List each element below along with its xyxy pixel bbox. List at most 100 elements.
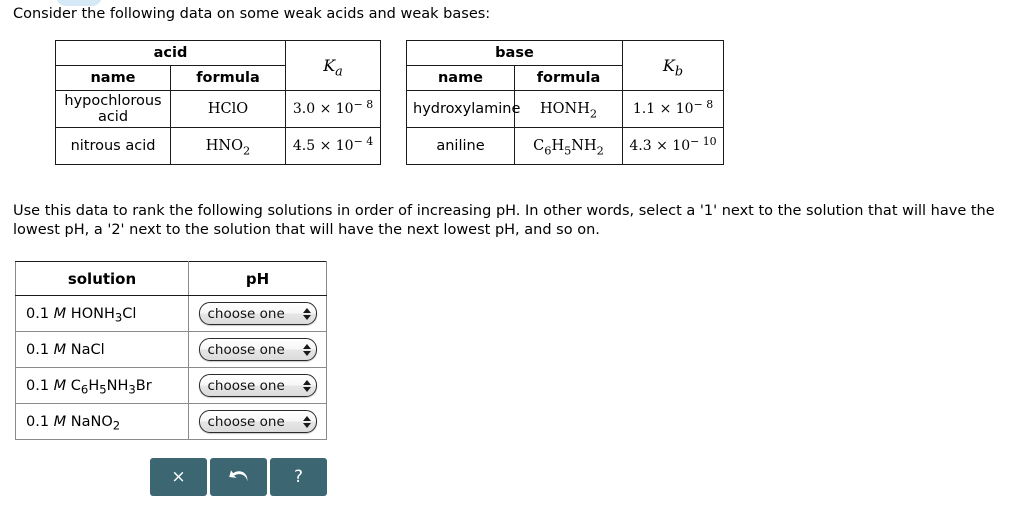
base-formula: C6H5NH2 xyxy=(514,127,623,165)
ph-select-cell: choose one xyxy=(188,367,327,404)
base-col-formula: formula xyxy=(514,65,623,91)
multiply-symbol: × xyxy=(659,101,672,117)
select-value: choose one xyxy=(207,377,285,394)
formula-text: HONH xyxy=(70,305,115,322)
chevron-up-down-icon xyxy=(302,415,311,428)
acid-ka-value: 4.5 × 10− 4 xyxy=(285,127,381,165)
action-toolbar: × ? xyxy=(150,458,327,496)
acid-name: hypochlorous acid xyxy=(55,90,171,128)
base-data-table: base Kb name formula hydroxylamine HONH2… xyxy=(406,40,724,165)
kb-symbol: K xyxy=(662,56,675,75)
solution-label: 0.1 M NaCl xyxy=(15,331,189,368)
select-value: choose one xyxy=(207,413,285,430)
table-row: hydroxylamine HONH2 1.1 × 10− 8 xyxy=(406,90,724,128)
molarity-symbol: M xyxy=(53,413,67,430)
formula-text-2: H xyxy=(88,377,100,394)
ka-exponent: − 8 xyxy=(353,97,374,111)
formula-text: NaCl xyxy=(70,341,105,358)
molarity-symbol: M xyxy=(53,377,67,394)
table-row: 0.1 M C6H5NH3Br choose one xyxy=(15,367,327,404)
base-formula: HONH2 xyxy=(514,90,623,128)
table-row: nitrous acid HNO2 4.5 × 10− 4 xyxy=(55,127,381,165)
ka-base: 10 xyxy=(335,138,354,154)
ph-rank-select-2[interactable]: choose one xyxy=(198,338,317,361)
formula-text-3: NH xyxy=(106,377,129,394)
ph-rank-select-3[interactable]: choose one xyxy=(198,374,317,397)
chevron-up-down-icon xyxy=(302,379,311,392)
table-row: 0.1 M NaNO2 choose one xyxy=(15,403,327,440)
formula-subscript: 2 xyxy=(589,107,598,121)
molarity-symbol: M xyxy=(53,305,67,322)
ka-mantissa: 4.5 xyxy=(292,138,316,154)
ka-mantissa: 3.0 xyxy=(292,101,316,117)
formula-subscript-3: 3 xyxy=(128,381,136,396)
base-group-header: base xyxy=(406,40,623,66)
base-kb-value: 1.1 × 10− 8 xyxy=(622,90,724,128)
select-value: choose one xyxy=(207,305,285,322)
formula-tail: Br xyxy=(135,377,152,394)
acid-ka-value: 3.0 × 10− 8 xyxy=(285,90,381,128)
formula-subscript: 2 xyxy=(112,417,121,432)
kb-mantissa: 4.3 xyxy=(629,138,652,154)
ka-subscript: a xyxy=(335,64,343,80)
formula-text: C xyxy=(533,138,545,154)
formula-subscript: 2 xyxy=(243,144,251,158)
base-col-name: name xyxy=(406,65,515,91)
base-kb-header: Kb xyxy=(622,40,724,91)
acid-formula: HNO2 xyxy=(170,127,286,165)
concentration-value: 0.1 xyxy=(26,305,50,322)
acid-ka-header: Ka xyxy=(285,40,381,91)
kb-exponent: − 8 xyxy=(693,97,714,111)
formula-text-3: NH xyxy=(571,138,597,154)
ph-select-cell: choose one xyxy=(188,403,327,440)
ph-select-cell: choose one xyxy=(188,331,327,368)
undo-button[interactable] xyxy=(210,458,267,496)
multiply-symbol: × xyxy=(319,101,332,117)
kb-base: 10 xyxy=(675,101,694,117)
acid-name: nitrous acid xyxy=(55,127,171,165)
formula-subscript-3: 2 xyxy=(596,144,604,158)
solution-col-header: solution xyxy=(15,261,189,296)
kb-mantissa: 1.1 xyxy=(632,101,656,117)
kb-exponent: − 10 xyxy=(690,134,717,148)
formula-text: NaNO xyxy=(70,413,113,430)
kb-subscript: b xyxy=(674,64,684,80)
acid-col-formula: formula xyxy=(170,65,286,91)
solution-label: 0.1 M C6H5NH3Br xyxy=(15,367,189,404)
table-row: aniline C6H5NH2 4.3 × 10− 10 xyxy=(406,127,724,165)
ka-base: 10 xyxy=(335,101,354,117)
acid-data-table: acid Ka name formula hypochlorous acid H… xyxy=(55,40,381,165)
ka-exponent: − 4 xyxy=(353,134,374,148)
select-value: choose one xyxy=(207,341,285,358)
formula-text: HNO xyxy=(205,138,244,154)
formula-tail: Cl xyxy=(122,305,137,322)
solution-label: 0.1 M NaNO2 xyxy=(15,403,189,440)
formula-text: HONH xyxy=(539,101,590,117)
molarity-symbol: M xyxy=(53,341,67,358)
clear-button[interactable]: × xyxy=(150,458,207,496)
page-prompt: Consider the following data on some weak… xyxy=(13,6,491,22)
multiply-symbol: × xyxy=(656,138,668,154)
chevron-up-down-icon xyxy=(302,307,311,320)
ph-rank-select-4[interactable]: choose one xyxy=(198,410,317,433)
concentration-value: 0.1 xyxy=(26,413,50,430)
table-row: 0.1 M HONH3Cl choose one xyxy=(15,295,327,332)
formula-subscript-2: 5 xyxy=(99,381,107,396)
concentration-value: 0.1 xyxy=(26,377,50,394)
question-mark-icon: ? xyxy=(293,466,304,487)
solution-ph-table: solution pH 0.1 M HONH3Cl choose one 0.1… xyxy=(15,261,327,440)
chevron-up-down-icon xyxy=(302,343,311,356)
acid-group-header: acid xyxy=(55,40,286,66)
formula-text: C xyxy=(70,377,81,394)
multiply-symbol: × xyxy=(319,138,332,154)
kb-base: 10 xyxy=(672,138,691,154)
table-row: 0.1 M NaCl choose one xyxy=(15,331,327,368)
base-name: hydroxylamine xyxy=(406,90,520,128)
task-instructions: Use this data to rank the following solu… xyxy=(13,203,995,238)
ph-rank-select-1[interactable]: choose one xyxy=(198,302,317,325)
concentration-value: 0.1 xyxy=(26,341,50,358)
close-icon: × xyxy=(171,466,186,487)
help-button[interactable]: ? xyxy=(270,458,327,496)
ph-col-header: pH xyxy=(188,261,327,296)
formula-text: HClO xyxy=(207,101,249,117)
